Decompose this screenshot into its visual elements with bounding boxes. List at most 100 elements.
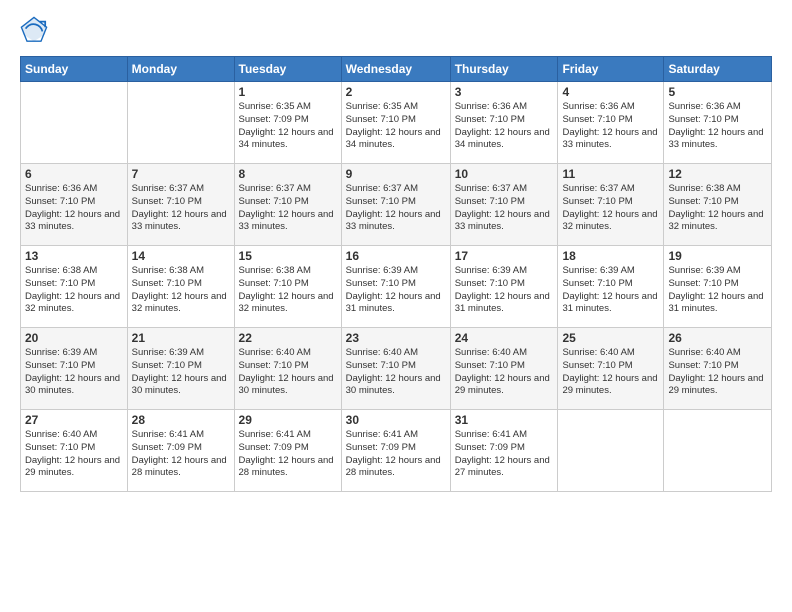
day-number: 2 (346, 85, 446, 99)
day-info: Sunrise: 6:39 AM Sunset: 7:10 PM Dayligh… (346, 265, 446, 316)
day-number: 23 (346, 331, 446, 345)
calendar-cell: 5 Sunrise: 6:36 AM Sunset: 7:10 PM Daylig… (664, 82, 772, 164)
calendar-cell: 14 Sunrise: 6:38 AM Sunset: 7:10 PM Dayli… (127, 246, 234, 328)
day-number: 30 (346, 413, 446, 427)
calendar-header-row: SundayMondayTuesdayWednesdayThursdayFrid… (21, 57, 772, 82)
calendar-cell (558, 410, 664, 492)
calendar-header-monday: Monday (127, 57, 234, 82)
day-info: Sunrise: 6:37 AM Sunset: 7:10 PM Dayligh… (346, 183, 446, 234)
calendar-cell: 27 Sunrise: 6:40 AM Sunset: 7:10 PM Dayli… (21, 410, 128, 492)
calendar-cell: 21 Sunrise: 6:39 AM Sunset: 7:10 PM Dayli… (127, 328, 234, 410)
day-info: Sunrise: 6:38 AM Sunset: 7:10 PM Dayligh… (239, 265, 337, 316)
day-number: 1 (239, 85, 337, 99)
calendar-week-3: 13 Sunrise: 6:38 AM Sunset: 7:10 PM Dayli… (21, 246, 772, 328)
day-info: Sunrise: 6:41 AM Sunset: 7:09 PM Dayligh… (346, 429, 446, 480)
calendar-cell: 11 Sunrise: 6:37 AM Sunset: 7:10 PM Dayli… (558, 164, 664, 246)
day-number: 16 (346, 249, 446, 263)
calendar-cell: 17 Sunrise: 6:39 AM Sunset: 7:10 PM Dayli… (450, 246, 558, 328)
day-number: 8 (239, 167, 337, 181)
day-info: Sunrise: 6:37 AM Sunset: 7:10 PM Dayligh… (132, 183, 230, 234)
calendar-cell: 16 Sunrise: 6:39 AM Sunset: 7:10 PM Dayli… (341, 246, 450, 328)
calendar-cell (127, 82, 234, 164)
logo-icon (20, 16, 48, 44)
day-number: 24 (455, 331, 554, 345)
day-info: Sunrise: 6:35 AM Sunset: 7:09 PM Dayligh… (239, 101, 337, 152)
day-info: Sunrise: 6:39 AM Sunset: 7:10 PM Dayligh… (455, 265, 554, 316)
day-number: 21 (132, 331, 230, 345)
calendar-cell: 8 Sunrise: 6:37 AM Sunset: 7:10 PM Daylig… (234, 164, 341, 246)
day-number: 18 (562, 249, 659, 263)
calendar-cell: 18Sunrise: 6:39 AM Sunset: 7:10 PM Dayli… (558, 246, 664, 328)
day-number: 3 (455, 85, 554, 99)
calendar-cell: 24Sunrise: 6:40 AM Sunset: 7:10 PM Dayli… (450, 328, 558, 410)
header (20, 16, 772, 46)
calendar-header-sunday: Sunday (21, 57, 128, 82)
day-number: 5 (668, 85, 767, 99)
calendar-cell: 13 Sunrise: 6:38 AM Sunset: 7:10 PM Dayli… (21, 246, 128, 328)
calendar-cell: 23 Sunrise: 6:40 AM Sunset: 7:10 PM Dayli… (341, 328, 450, 410)
calendar: SundayMondayTuesdayWednesdayThursdayFrid… (20, 56, 772, 492)
day-number: 29 (239, 413, 337, 427)
day-info: Sunrise: 6:36 AM Sunset: 7:10 PM Dayligh… (562, 101, 659, 152)
calendar-cell (664, 410, 772, 492)
day-info: Sunrise: 6:36 AM Sunset: 7:10 PM Dayligh… (668, 101, 767, 152)
calendar-cell: 26 Sunrise: 6:40 AM Sunset: 7:10 PM Dayli… (664, 328, 772, 410)
day-number: 12 (668, 167, 767, 181)
day-number: 14 (132, 249, 230, 263)
day-number: 25 (562, 331, 659, 345)
calendar-cell: 12 Sunrise: 6:38 AM Sunset: 7:10 PM Dayli… (664, 164, 772, 246)
day-info: Sunrise: 6:39 AM Sunset: 7:10 PM Dayligh… (132, 347, 230, 398)
day-number: 9 (346, 167, 446, 181)
day-number: 10 (455, 167, 554, 181)
calendar-header-tuesday: Tuesday (234, 57, 341, 82)
day-info: Sunrise: 6:41 AM Sunset: 7:09 PM Dayligh… (239, 429, 337, 480)
calendar-cell: 9 Sunrise: 6:37 AM Sunset: 7:10 PM Daylig… (341, 164, 450, 246)
calendar-cell: 25 Sunrise: 6:40 AM Sunset: 7:10 PM Dayli… (558, 328, 664, 410)
calendar-header-thursday: Thursday (450, 57, 558, 82)
day-info: Sunrise: 6:40 AM Sunset: 7:10 PM Dayligh… (346, 347, 446, 398)
page: SundayMondayTuesdayWednesdayThursdayFrid… (0, 0, 792, 612)
day-info: Sunrise: 6:36 AM Sunset: 7:10 PM Dayligh… (25, 183, 123, 234)
calendar-cell (21, 82, 128, 164)
day-info: Sunrise: 6:37 AM Sunset: 7:10 PM Dayligh… (455, 183, 554, 234)
day-number: 6 (25, 167, 123, 181)
calendar-header-saturday: Saturday (664, 57, 772, 82)
calendar-week-2: 6 Sunrise: 6:36 AM Sunset: 7:10 PM Daylig… (21, 164, 772, 246)
day-number: 13 (25, 249, 123, 263)
calendar-cell: 22 Sunrise: 6:40 AM Sunset: 7:10 PM Dayli… (234, 328, 341, 410)
day-number: 17 (455, 249, 554, 263)
calendar-cell: 2Sunrise: 6:35 AM Sunset: 7:10 PM Daylig… (341, 82, 450, 164)
day-number: 15 (239, 249, 337, 263)
calendar-cell: 29 Sunrise: 6:41 AM Sunset: 7:09 PM Dayli… (234, 410, 341, 492)
day-number: 31 (455, 413, 554, 427)
day-number: 11 (562, 167, 659, 181)
day-number: 22 (239, 331, 337, 345)
day-number: 27 (25, 413, 123, 427)
day-info: Sunrise: 6:41 AM Sunset: 7:09 PM Dayligh… (455, 429, 554, 480)
day-info: Sunrise: 6:36 AM Sunset: 7:10 PM Dayligh… (455, 101, 554, 152)
day-number: 28 (132, 413, 230, 427)
calendar-cell: 4Sunrise: 6:36 AM Sunset: 7:10 PM Daylig… (558, 82, 664, 164)
calendar-cell: 1 Sunrise: 6:35 AM Sunset: 7:09 PM Daylig… (234, 82, 341, 164)
calendar-cell: 6 Sunrise: 6:36 AM Sunset: 7:10 PM Daylig… (21, 164, 128, 246)
calendar-cell: 31 Sunrise: 6:41 AM Sunset: 7:09 PM Dayli… (450, 410, 558, 492)
calendar-cell: 10 Sunrise: 6:37 AM Sunset: 7:10 PM Dayli… (450, 164, 558, 246)
day-info: Sunrise: 6:40 AM Sunset: 7:10 PM Dayligh… (239, 347, 337, 398)
day-info: Sunrise: 6:37 AM Sunset: 7:10 PM Dayligh… (239, 183, 337, 234)
day-number: 26 (668, 331, 767, 345)
day-info: Sunrise: 6:37 AM Sunset: 7:10 PM Dayligh… (562, 183, 659, 234)
calendar-header-friday: Friday (558, 57, 664, 82)
day-info: Sunrise: 6:38 AM Sunset: 7:10 PM Dayligh… (132, 265, 230, 316)
calendar-header-wednesday: Wednesday (341, 57, 450, 82)
day-number: 19 (668, 249, 767, 263)
calendar-cell: 7Sunrise: 6:37 AM Sunset: 7:10 PM Daylig… (127, 164, 234, 246)
day-info: Sunrise: 6:38 AM Sunset: 7:10 PM Dayligh… (668, 183, 767, 234)
day-info: Sunrise: 6:40 AM Sunset: 7:10 PM Dayligh… (25, 429, 123, 480)
calendar-cell: 3 Sunrise: 6:36 AM Sunset: 7:10 PM Daylig… (450, 82, 558, 164)
day-info: Sunrise: 6:40 AM Sunset: 7:10 PM Dayligh… (668, 347, 767, 398)
calendar-week-4: 20 Sunrise: 6:39 AM Sunset: 7:10 PM Dayli… (21, 328, 772, 410)
day-info: Sunrise: 6:40 AM Sunset: 7:10 PM Dayligh… (562, 347, 659, 398)
day-number: 20 (25, 331, 123, 345)
calendar-cell: 20Sunrise: 6:39 AM Sunset: 7:10 PM Dayli… (21, 328, 128, 410)
day-info: Sunrise: 6:38 AM Sunset: 7:10 PM Dayligh… (25, 265, 123, 316)
